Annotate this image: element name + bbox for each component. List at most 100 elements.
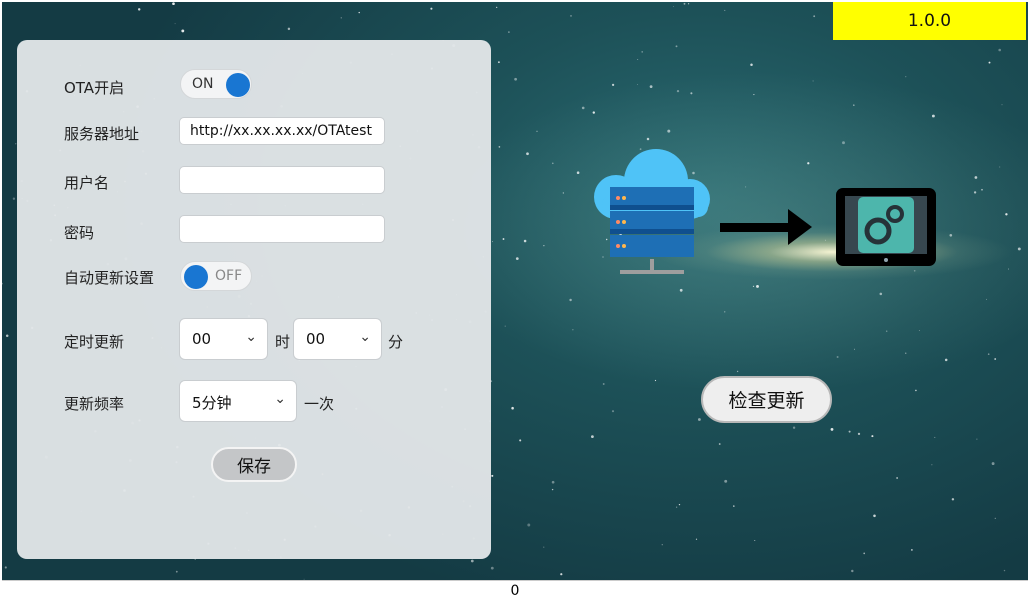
star: [813, 15, 816, 18]
star: [1001, 104, 1003, 106]
chevron-down-icon: ⌄: [245, 329, 257, 345]
star: [718, 443, 721, 445]
star: [175, 570, 178, 573]
star: [675, 45, 678, 48]
star: [1008, 268, 1010, 270]
auto-toggle-text: OFF: [215, 268, 243, 284]
star: [470, 559, 474, 563]
star: [994, 517, 996, 520]
star: [2, 282, 3, 285]
tablet-settings-icon: [836, 188, 936, 266]
star: [871, 435, 874, 438]
settings-panel: OTA开启 ON 服务器地址 http://xx.xx.xx.xx/OTAtes…: [17, 40, 491, 559]
star: [918, 330, 920, 331]
star: [641, 51, 644, 53]
hour-unit: 时: [275, 333, 291, 351]
star: [683, 2, 686, 5]
status-bar: 0: [2, 580, 1028, 603]
scheduled-update-label: 定时更新: [64, 333, 125, 351]
star: [885, 330, 888, 332]
star: [851, 569, 854, 573]
star: [690, 92, 693, 95]
cloud-server-icon: [594, 149, 710, 274]
toggle-knob: [184, 265, 208, 289]
star: [358, 11, 360, 14]
star: [611, 83, 615, 87]
ota-enable-label: OTA开启: [64, 79, 125, 97]
star: [675, 506, 678, 508]
star: [611, 410, 615, 413]
star: [498, 146, 501, 148]
star: [430, 7, 433, 10]
star: [543, 245, 545, 247]
star: [1003, 569, 1006, 572]
star: [570, 15, 572, 17]
star: [931, 464, 933, 466]
star: [514, 77, 517, 81]
star: [504, 325, 506, 327]
star: [951, 498, 955, 501]
hour-select[interactable]: 00 ⌄: [179, 318, 268, 360]
star: [905, 76, 907, 78]
star: [991, 462, 995, 466]
auto-update-label: 自动更新设置: [64, 269, 155, 287]
star: [602, 383, 605, 385]
password-input[interactable]: [179, 215, 385, 243]
frequency-suffix: 一次: [304, 395, 335, 413]
star: [695, 538, 698, 540]
star: [576, 171, 580, 174]
star: [679, 288, 683, 292]
star: [756, 284, 759, 288]
star: [4, 566, 7, 569]
star: [736, 370, 739, 373]
frequency-select[interactable]: 5分钟 ⌄: [179, 380, 297, 422]
star: [654, 379, 657, 382]
star: [569, 298, 572, 302]
star: [661, 544, 663, 546]
star: [592, 111, 595, 114]
star: [551, 488, 554, 491]
star: [999, 166, 1001, 168]
star: [637, 83, 639, 85]
star: [511, 406, 514, 410]
star: [753, 94, 755, 96]
star: [519, 439, 522, 442]
star: [523, 239, 527, 243]
hour-value: 00: [192, 330, 212, 348]
check-update-button[interactable]: 检查更新: [701, 376, 832, 423]
star: [560, 573, 563, 576]
star: [974, 176, 978, 179]
star: [174, 23, 176, 25]
ota-enable-toggle[interactable]: ON: [180, 69, 252, 99]
star: [873, 514, 876, 518]
star: [853, 348, 855, 350]
star: [581, 106, 585, 110]
star: [497, 61, 500, 64]
star: [724, 479, 728, 483]
star: [562, 192, 564, 194]
star: [750, 63, 753, 66]
save-button[interactable]: 保存: [211, 447, 297, 482]
password-label: 密码: [64, 224, 95, 242]
star: [863, 552, 866, 555]
toggle-knob: [226, 73, 250, 97]
server-address-label: 服务器地址: [64, 125, 140, 143]
star: [687, 3, 690, 5]
star: [1005, 213, 1008, 216]
chevron-down-icon: ⌄: [359, 329, 371, 345]
arrow-right-icon: [720, 209, 812, 245]
star: [915, 389, 917, 392]
star: [490, 566, 494, 570]
star: [697, 418, 701, 421]
star: [508, 31, 510, 33]
version-badge: 1.0.0: [833, 2, 1026, 40]
star: [994, 358, 997, 360]
username-input[interactable]: [179, 166, 385, 194]
auto-update-toggle[interactable]: OFF: [180, 261, 252, 291]
star: [976, 438, 978, 440]
server-address-input[interactable]: http://xx.xx.xx.xx/OTAtest: [179, 117, 385, 145]
minute-select[interactable]: 00 ⌄: [293, 318, 382, 360]
star: [879, 292, 883, 296]
star: [496, 6, 498, 8]
star: [842, 141, 845, 145]
